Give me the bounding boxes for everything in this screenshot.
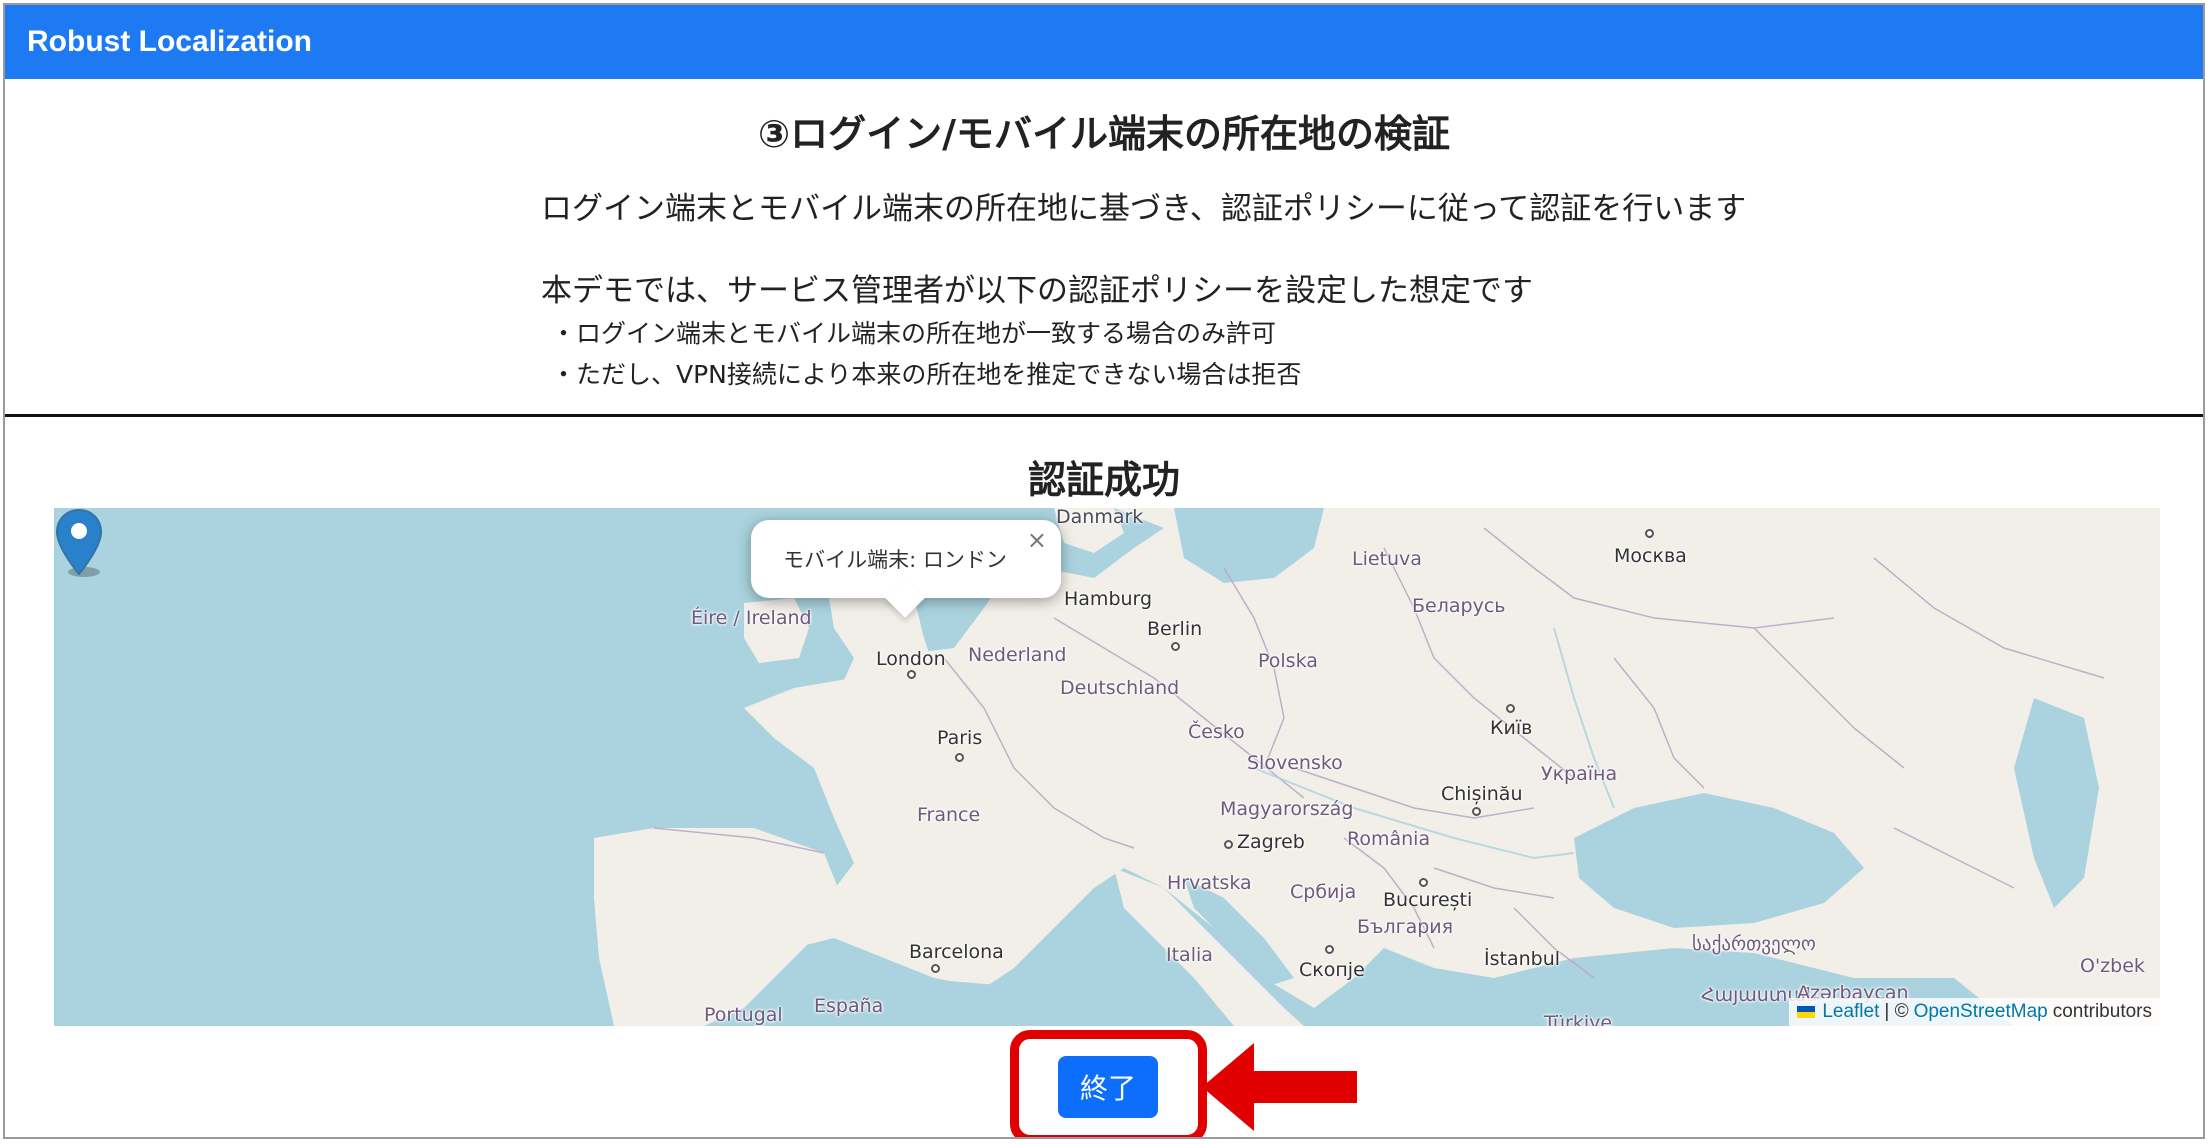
map-label: Hamburg [1064,588,1153,610]
map-label: România [1347,828,1431,850]
map-label: Chișinău [1441,783,1523,805]
city-marker [1645,529,1654,538]
leaflet-link[interactable]: Leaflet [1822,1001,1879,1023]
app-window: Robust Localization ③ログイン/モバイル端末の所在地の検証 … [3,3,2205,1139]
map-label: Zagreb [1237,831,1305,853]
map-tiles [594,508,2160,1026]
city-marker [1472,807,1481,816]
map-label: Україна [1541,763,1618,785]
map-label: Polska [1258,650,1318,672]
city-marker [907,670,916,679]
map-label: Italia [1166,944,1213,966]
city-marker [1325,945,1334,954]
map-label: Berlin [1147,618,1203,640]
policy-intro: 本デモでは、サービス管理者が以下の認証ポリシーを設定した想定です [541,273,1533,309]
city-marker [931,964,940,973]
map-label: საქართველო [1692,933,1816,955]
map-label: España [814,995,884,1017]
map-label: București [1383,889,1473,911]
navbar: Robust Localization [5,5,2203,79]
map-label: Deutschland [1060,677,1180,699]
map-view[interactable]: Danmark Lietuva Москва Éire / Ireland Ha… [54,508,2160,1026]
city-marker [1419,878,1428,887]
finish-button[interactable]: 終了 [1058,1056,1158,1118]
map-label: Česko [1188,721,1245,743]
map-label: Danmark [1056,508,1144,528]
map-label: Lietuva [1352,548,1422,570]
map-label: Magyarország [1220,798,1354,820]
step-description: ログイン端末とモバイル端末の所在地に基づき、認証ポリシーに従って認証を行います [541,191,1747,227]
map-label: Київ [1490,717,1533,739]
map-label: İstanbul [1484,948,1561,970]
map-label: O'zbek [2080,955,2145,977]
map-label: Slovensko [1247,752,1343,774]
map-label: Portugal [704,1004,783,1026]
result-title: 認証成功 [1027,458,1180,502]
close-icon[interactable]: × [1027,528,1047,552]
city-marker [1171,642,1180,651]
policy-item: ・ログイン端末とモバイル端末の所在地が一致する場合のみ許可 [551,319,1277,348]
map-label: London [876,648,946,670]
city-marker [1506,704,1515,713]
map-attribution: Leaflet | © OpenStreetMap contributors [1789,998,2160,1026]
map-label: Hrvatska [1167,872,1252,894]
map-label: Barcelona [909,941,1004,963]
map-label: Paris [937,727,983,749]
map-label: Москва [1614,545,1687,567]
attribution-separator: | © [1884,1001,1909,1022]
section-divider [5,414,2203,417]
openstreetmap-link[interactable]: OpenStreetMap [1914,1001,2048,1023]
ukraine-flag-icon [1797,1006,1816,1018]
location-pin-icon[interactable] [54,508,104,578]
policy-item: ・ただし、VPN接続により本来の所在地を推定できない場合は拒否 [551,360,1302,389]
map-label: Éire / Ireland [691,607,812,629]
attribution-contributors: contributors [2052,1001,2152,1022]
map-label: Türkiye [1544,1012,1613,1026]
map-label: Скопје [1299,959,1365,981]
city-marker [1224,840,1233,849]
map-label: Србија [1290,881,1357,903]
map-label: България [1357,916,1454,938]
city-marker [955,753,964,762]
map-popup: モバイル端末: ロンドン × [751,520,1061,618]
brand-logo[interactable]: Robust Localization [27,25,312,59]
map-label: Беларусь [1412,595,1506,617]
arrow-left-icon [1202,1043,1357,1131]
map-label: France [917,804,981,826]
page-title: ③ログイン/モバイル端末の所在地の検証 [757,112,1451,156]
map-label: Nederland [968,644,1067,666]
popup-text: モバイル端末: ロンドン [783,548,1007,572]
